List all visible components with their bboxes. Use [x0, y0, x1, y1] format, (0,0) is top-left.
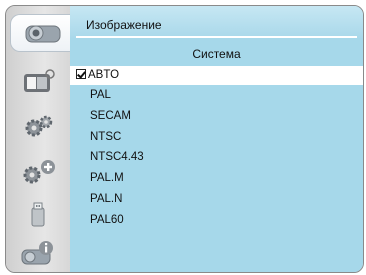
option-ntsc[interactable]: NTSC: [70, 127, 363, 148]
sidebar-item-projector[interactable]: [10, 14, 76, 52]
menu-title: Изображение: [86, 18, 162, 32]
option-auto[interactable]: ABTO: [70, 66, 363, 85]
option-pal-n[interactable]: PAL.N: [70, 189, 363, 210]
option-label: ABTO: [88, 69, 120, 81]
sidebar-item-image[interactable]: [6, 61, 70, 103]
option-list: ABTO PAL SECAM NTSC NTSC4.43 PAL.M PAL.N…: [70, 66, 363, 231]
image-adjust-icon: [20, 69, 56, 95]
sidebar-item-settings[interactable]: [6, 106, 70, 148]
menu-header: Изображение: [70, 6, 363, 38]
projector-icon: [24, 21, 64, 45]
menu-panel: Изображение Система ABTO PAL SECAM NTSC …: [70, 6, 363, 272]
option-pal60[interactable]: PAL60: [70, 210, 363, 231]
sidebar-item-info[interactable]: [6, 232, 70, 272]
option-label: PAL.N: [90, 192, 123, 205]
option-label: NTSC4.43: [90, 151, 144, 164]
gear-icon: [20, 113, 56, 141]
osd-menu: Изображение Система ABTO PAL SECAM NTSC …: [5, 5, 364, 273]
option-label: SECAM: [90, 109, 131, 122]
gear-plus-icon: [18, 157, 58, 187]
option-label: NTSC: [90, 130, 122, 143]
sidebar-item-usb[interactable]: [6, 194, 70, 236]
option-label: PAL.M: [90, 172, 124, 185]
submenu-title: Система: [192, 47, 241, 61]
option-label: PAL60: [90, 213, 124, 226]
option-label: PAL: [90, 89, 111, 101]
sidebar-item-extended[interactable]: [6, 151, 70, 193]
checked-checkbox-icon: [76, 69, 86, 79]
sidebar: [6, 6, 76, 272]
usb-drive-icon: [26, 200, 50, 230]
option-ntsc443[interactable]: NTSC4.43: [70, 147, 363, 168]
title-divider: [76, 36, 357, 38]
option-pal[interactable]: PAL: [70, 85, 363, 106]
option-secam[interactable]: SECAM: [70, 106, 363, 127]
option-pal-m[interactable]: PAL.M: [70, 168, 363, 189]
projector-info-icon: [18, 238, 58, 268]
